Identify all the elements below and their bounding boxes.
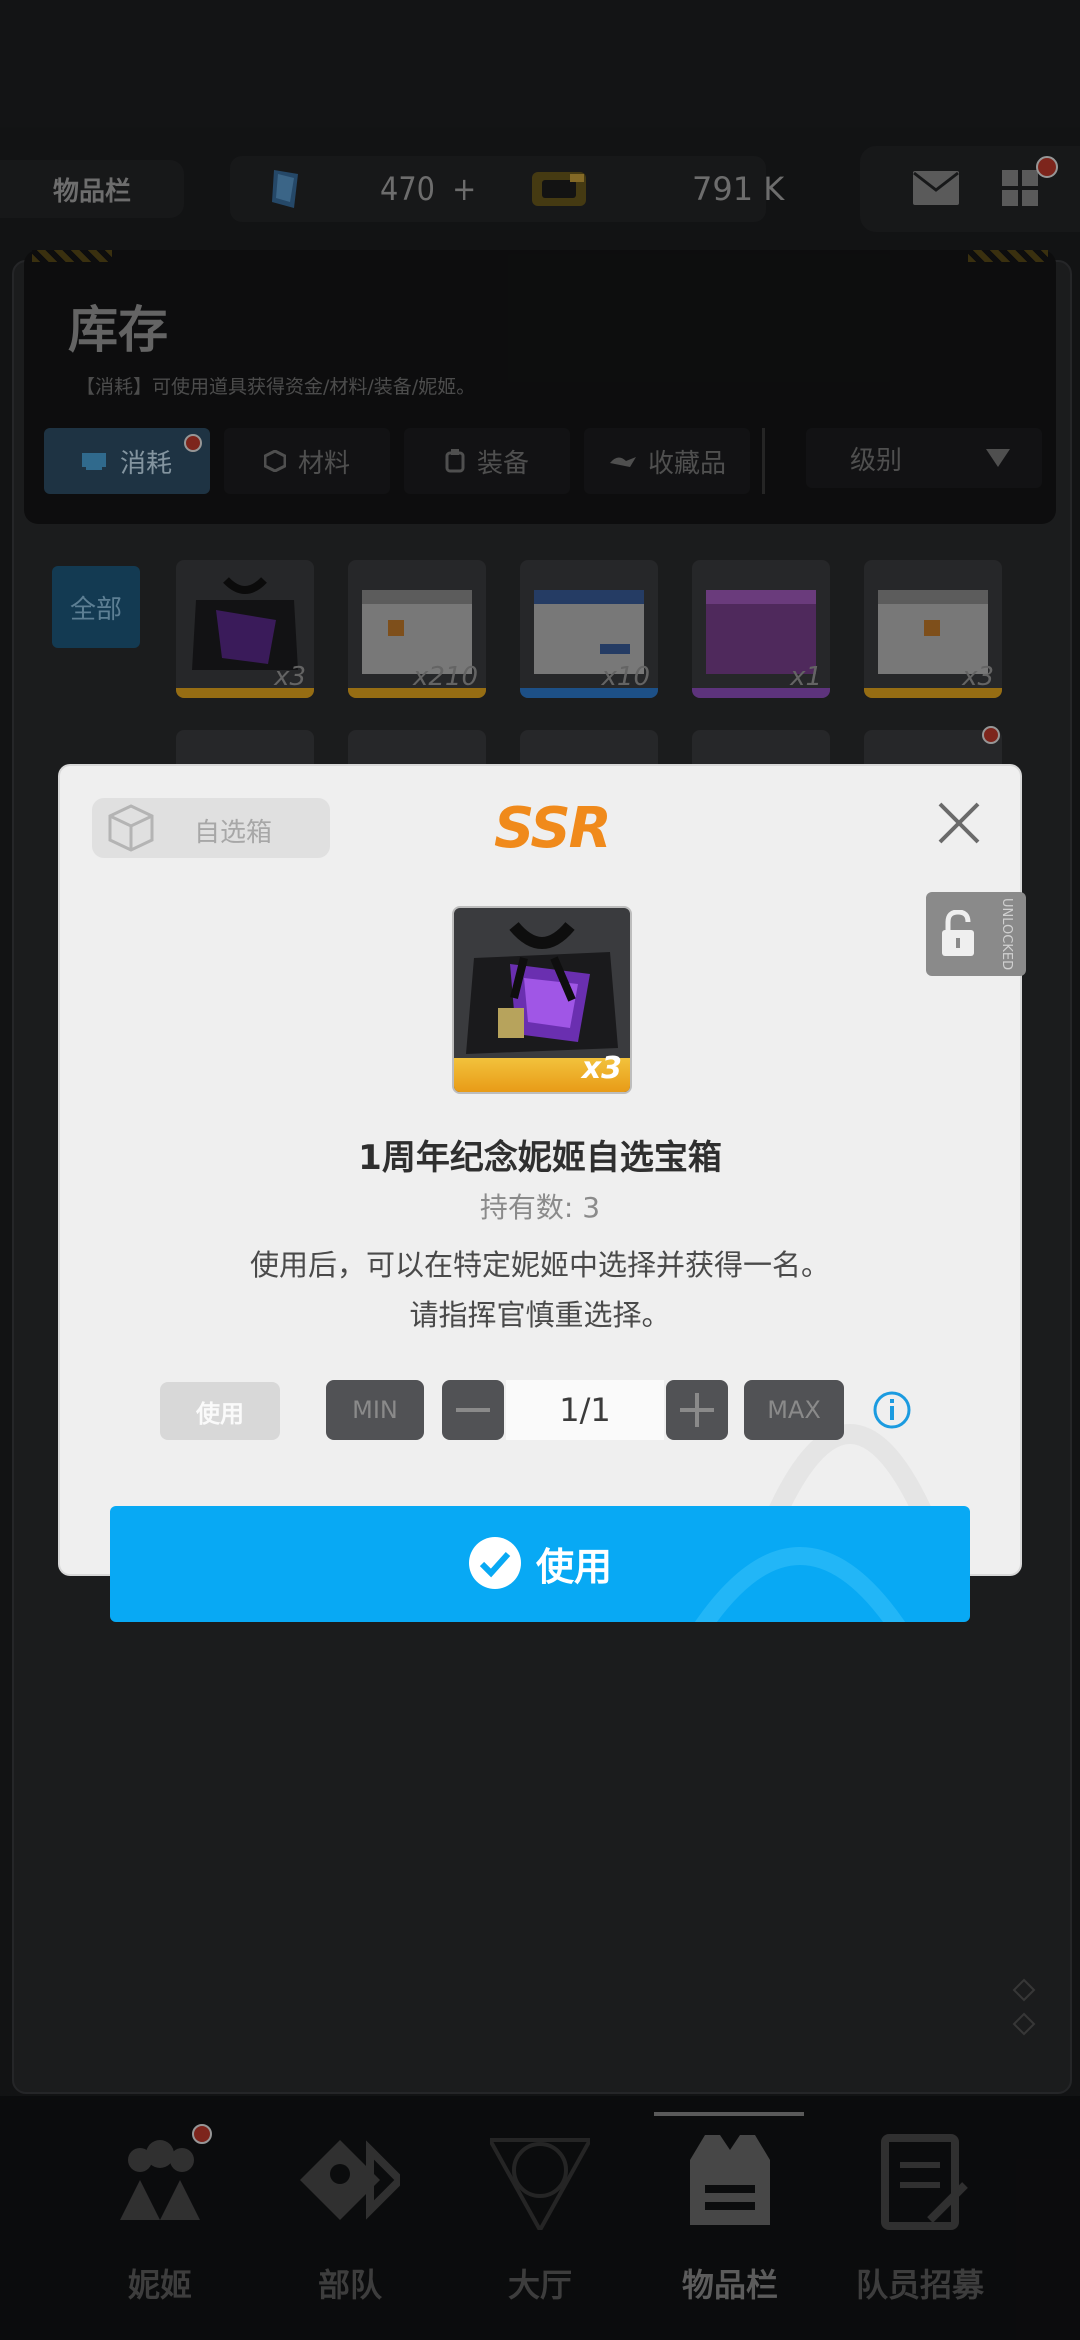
- held-count: 持有数: 3: [479, 1191, 601, 1224]
- plus-icon: [680, 1393, 714, 1427]
- item-quantity: x3: [581, 1051, 622, 1086]
- min-button[interactable]: MIN: [326, 1380, 424, 1440]
- decrease-button[interactable]: [442, 1380, 504, 1440]
- rarity-label: SSR: [494, 796, 612, 861]
- unlock-icon: [942, 910, 974, 956]
- use-button-label: 使用: [536, 1545, 613, 1589]
- category-label: 自选箱: [194, 818, 273, 848]
- description-line: 请指挥官慎重选择。: [409, 1298, 671, 1332]
- gift-box-icon: [466, 921, 618, 1054]
- quantity-value: 1/1: [506, 1380, 664, 1440]
- use-count-label: 使用: [160, 1382, 280, 1440]
- box-icon: [108, 804, 154, 852]
- increase-button[interactable]: [666, 1380, 728, 1440]
- item-name: 1周年纪念妮姬自选宝箱: [358, 1138, 722, 1178]
- minus-icon: [456, 1408, 490, 1412]
- item-description: 使用后，可以在特定妮姬中选择并获得一名。 请指挥官慎重选择。: [0, 1240, 1080, 1340]
- max-button[interactable]: MAX: [744, 1380, 844, 1440]
- close-icon[interactable]: [932, 796, 986, 850]
- info-icon[interactable]: [872, 1390, 912, 1430]
- button-watermark: [694, 1547, 906, 1622]
- check-circle-icon: [469, 1537, 521, 1589]
- lock-status-label: UNLOCKED: [999, 898, 1014, 971]
- description-line: 使用后，可以在特定妮姬中选择并获得一名。: [249, 1248, 830, 1282]
- item-icon: x3: [452, 906, 632, 1094]
